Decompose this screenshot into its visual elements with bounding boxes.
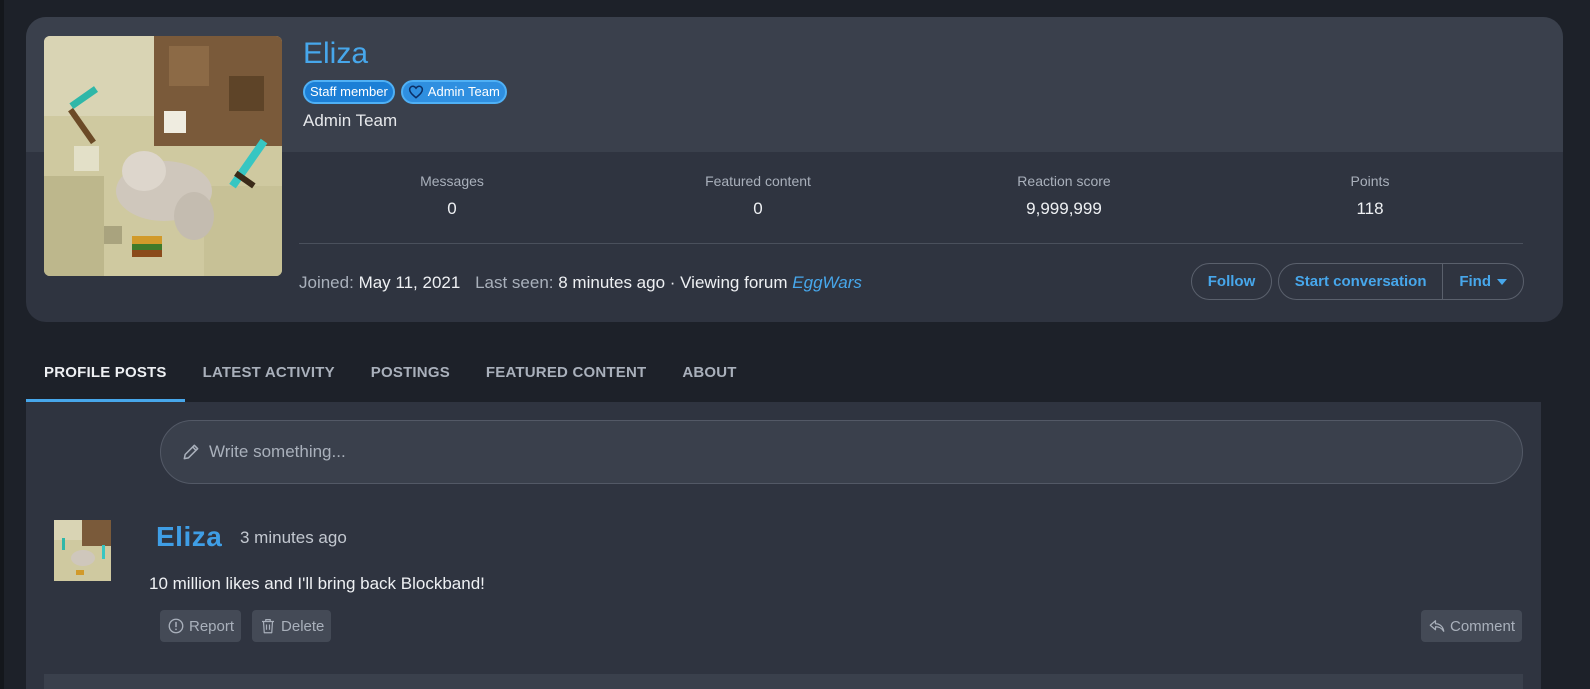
report-label: Report [189, 617, 235, 635]
delete-label: Delete [281, 617, 325, 635]
delete-button[interactable]: Delete [252, 610, 332, 642]
forum-link[interactable]: EggWars [792, 273, 862, 292]
conversation-find-group: Start conversation Find [1278, 263, 1524, 300]
stat-label: Reaction score [1017, 173, 1111, 189]
chevron-down-icon [1496, 278, 1507, 285]
left-edge [0, 0, 4, 689]
post-actions: Report Delete [160, 610, 332, 642]
post-author-avatar[interactable] [54, 520, 111, 581]
reply-icon [1429, 620, 1445, 632]
profile-actions: Follow Start conversation Find [1191, 263, 1524, 300]
user-badges: Staff member Admin Team [303, 80, 507, 104]
tab-featured-content[interactable]: FEATURED CONTENT [468, 350, 664, 402]
profile-stats: Messages 0 Featured content 0 Reaction s… [299, 173, 1523, 243]
stat-points[interactable]: Points 118 [1217, 173, 1523, 243]
last-seen-label: Last seen: [475, 273, 554, 292]
profile-posts-panel: Eliza 3 minutes ago 10 million likes and… [26, 402, 1541, 689]
profile-username[interactable]: Eliza [303, 37, 368, 71]
stats-divider [299, 243, 1523, 244]
tab-profile-posts[interactable]: PROFILE POSTS [26, 350, 185, 402]
tab-latest-activity[interactable]: LATEST ACTIVITY [185, 350, 353, 402]
stat-label: Points [1350, 173, 1390, 189]
profile-header-card: Eliza Staff member Admin Team Admin Team… [26, 17, 1563, 322]
find-menu-button[interactable]: Find [1443, 264, 1523, 299]
post-body: 10 million likes and I'll bring back Blo… [149, 574, 485, 593]
staff-member-label: Staff member [310, 84, 388, 99]
stat-value: 0 [447, 199, 457, 218]
stat-label: Featured content [705, 173, 811, 189]
post-composer[interactable] [160, 420, 1523, 484]
next-post-edge [44, 674, 1523, 689]
user-title: Admin Team [303, 111, 398, 130]
staff-member-badge: Staff member [303, 80, 395, 104]
pencil-icon [183, 444, 199, 460]
profile-tabs: PROFILE POSTS LATEST ACTIVITY POSTINGS F… [26, 350, 755, 402]
profile-meta: Joined: May 11, 2021 Last seen: 8 minute… [299, 273, 862, 293]
trash-icon [262, 619, 275, 634]
joined-label: Joined: [299, 273, 354, 292]
post-timestamp[interactable]: 3 minutes ago [240, 528, 347, 548]
stat-featured-content[interactable]: Featured content 0 [605, 173, 911, 243]
heart-icon [408, 85, 423, 99]
stat-label: Messages [420, 173, 484, 189]
alert-icon [168, 618, 184, 634]
stat-value: 0 [753, 199, 763, 218]
avatar[interactable] [44, 36, 282, 276]
comment-label: Comment [1450, 617, 1516, 635]
comment-button[interactable]: Comment [1421, 610, 1523, 642]
start-conversation-button[interactable]: Start conversation [1279, 264, 1444, 299]
write-something-input[interactable] [209, 442, 1409, 462]
stat-reaction-score[interactable]: Reaction score 9,999,999 [911, 173, 1217, 243]
tab-about[interactable]: ABOUT [664, 350, 754, 402]
last-seen-value: 8 minutes ago · Viewing forum [558, 273, 788, 292]
tab-postings[interactable]: POSTINGS [353, 350, 468, 402]
stat-value: 9,999,999 [1026, 199, 1102, 218]
find-label: Find [1459, 273, 1491, 290]
stat-messages[interactable]: Messages 0 [299, 173, 605, 243]
post-author-name[interactable]: Eliza [156, 521, 222, 553]
stat-value: 118 [1356, 199, 1384, 218]
report-button[interactable]: Report [160, 610, 242, 642]
follow-button[interactable]: Follow [1191, 263, 1272, 300]
joined-date: May 11, 2021 [358, 273, 461, 292]
admin-team-label: Admin Team [427, 84, 500, 99]
admin-team-badge: Admin Team [400, 80, 507, 104]
